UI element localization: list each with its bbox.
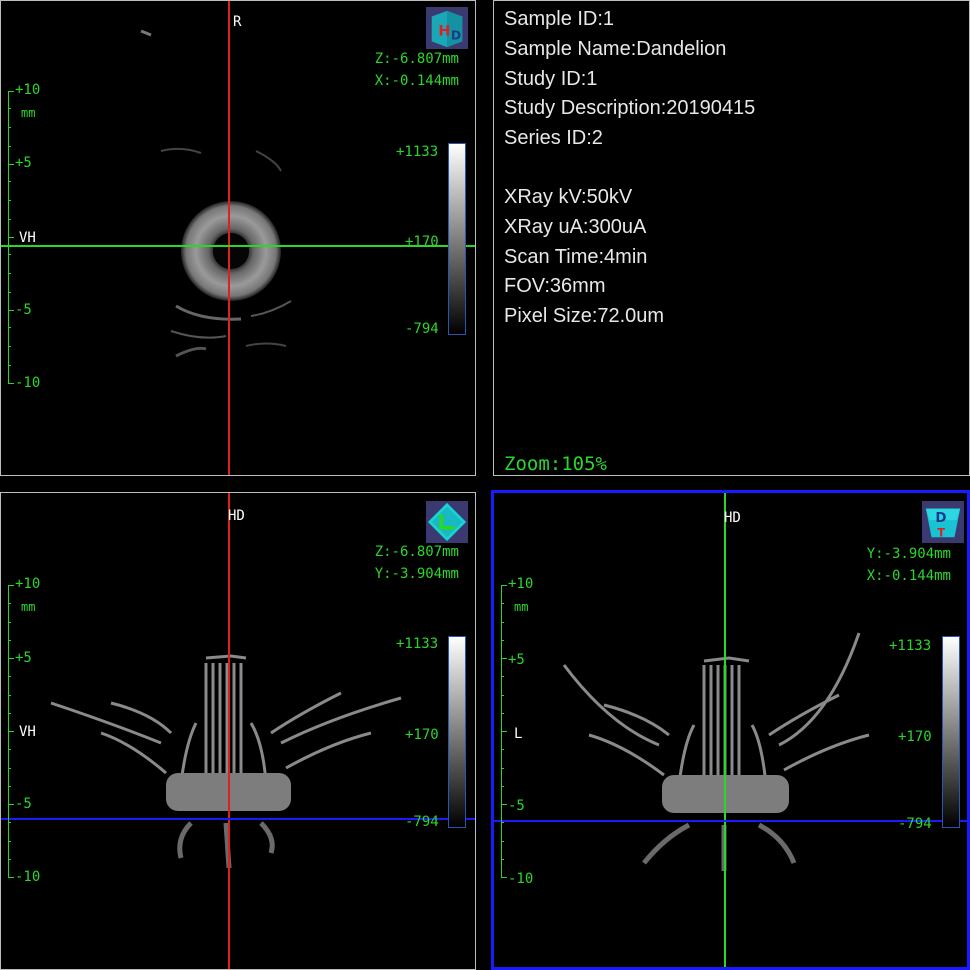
svg-text:T: T bbox=[937, 525, 945, 539]
zoom-readout: Zoom:105% bbox=[504, 453, 607, 475]
orientation-cube-icon[interactable]: H D bbox=[426, 7, 468, 49]
ruler-label-plus10: +10 bbox=[508, 576, 534, 592]
colorbar-min: -794 bbox=[898, 816, 932, 832]
orientation-cube-icon[interactable]: D T bbox=[922, 501, 964, 543]
viewport-coronal[interactable]: HD VH Z:-6.807mm Y:-3.904mm +10 mm +5 -5… bbox=[0, 492, 476, 970]
colorbar-mid: +170 bbox=[405, 727, 439, 743]
viewport-sagittal[interactable]: HD L Y:-3.904mm X:-0.144mm D T +10 mm +5… bbox=[491, 490, 970, 970]
orientation-top-label: HD bbox=[724, 510, 741, 526]
ruler-unit: mm bbox=[21, 106, 36, 120]
orientation-top-label: R bbox=[233, 14, 242, 30]
info-scan-time: Scan Time:4min bbox=[504, 246, 648, 268]
ruler-label-minus5: -5 bbox=[15, 796, 32, 812]
info-sample-name: Sample Name:Dandelion bbox=[504, 38, 727, 60]
info-series-id: Series ID:2 bbox=[504, 127, 603, 149]
svg-text:H: H bbox=[438, 24, 450, 40]
colorbar-mid: +170 bbox=[898, 729, 932, 745]
svg-text:D: D bbox=[451, 27, 461, 42]
crosshair-vertical[interactable] bbox=[724, 493, 726, 967]
ruler-label-minus10: -10 bbox=[508, 871, 534, 887]
window-level-colorbar[interactable] bbox=[942, 636, 960, 828]
crosshair-vertical[interactable] bbox=[228, 1, 230, 475]
study-info-panel: Sample ID:1 Sample Name:Dandelion Study … bbox=[493, 0, 970, 476]
colorbar-mid: +170 bbox=[405, 234, 439, 250]
coordinate-readout-1: Z:-6.807mm bbox=[374, 51, 459, 67]
colorbar-max: +1133 bbox=[396, 144, 439, 160]
info-sample-id: Sample ID:1 bbox=[504, 8, 615, 30]
coordinate-readout-2: X:-0.144mm bbox=[866, 568, 951, 584]
coordinate-readout-2: X:-0.144mm bbox=[374, 73, 459, 89]
ruler-label-plus10: +10 bbox=[15, 82, 41, 98]
info-xray-kv: XRay kV:50kV bbox=[504, 186, 633, 208]
orientation-left-label: VH bbox=[19, 230, 36, 246]
ruler-label-minus5: -5 bbox=[15, 302, 32, 318]
colorbar-min: -794 bbox=[405, 814, 439, 830]
ruler-label-minus5: -5 bbox=[508, 798, 525, 814]
crosshair-vertical[interactable] bbox=[228, 493, 230, 969]
ruler-label-minus10: -10 bbox=[15, 869, 41, 885]
orientation-top-label: HD bbox=[228, 508, 245, 524]
ruler-label-plus5: +5 bbox=[508, 652, 525, 668]
info-study-description: Study Description:20190415 bbox=[504, 97, 756, 119]
viewport-axial[interactable]: R VH Z:-6.807mm X:-0.144mm H D +10 mm +5… bbox=[0, 0, 476, 476]
colorbar-min: -794 bbox=[405, 321, 439, 337]
colorbar-max: +1133 bbox=[396, 636, 439, 652]
window-level-colorbar[interactable] bbox=[448, 636, 466, 828]
orientation-left-label: L bbox=[514, 726, 523, 742]
ruler-unit: mm bbox=[514, 600, 529, 614]
ruler-unit: mm bbox=[21, 600, 36, 614]
colorbar-max: +1133 bbox=[889, 638, 932, 654]
ruler-label-plus5: +5 bbox=[15, 155, 32, 171]
info-fov: FOV:36mm bbox=[504, 275, 606, 297]
coordinate-readout-2: Y:-3.904mm bbox=[374, 566, 459, 582]
ruler-label-plus5: +5 bbox=[15, 650, 32, 666]
coordinate-readout-1: Y:-3.904mm bbox=[866, 546, 951, 562]
ruler-label-plus10: +10 bbox=[15, 576, 41, 592]
info-pixel-size: Pixel Size:72.0um bbox=[504, 305, 665, 327]
coordinate-readout-1: Z:-6.807mm bbox=[374, 544, 459, 560]
ruler-label-minus10: -10 bbox=[15, 375, 41, 391]
window-level-colorbar[interactable] bbox=[448, 143, 466, 335]
orientation-cube-icon[interactable] bbox=[426, 501, 468, 543]
svg-text:D: D bbox=[935, 511, 946, 526]
info-xray-ua: XRay uA:300uA bbox=[504, 216, 647, 238]
info-study-id: Study ID:1 bbox=[504, 68, 598, 90]
orientation-left-label: VH bbox=[19, 724, 36, 740]
